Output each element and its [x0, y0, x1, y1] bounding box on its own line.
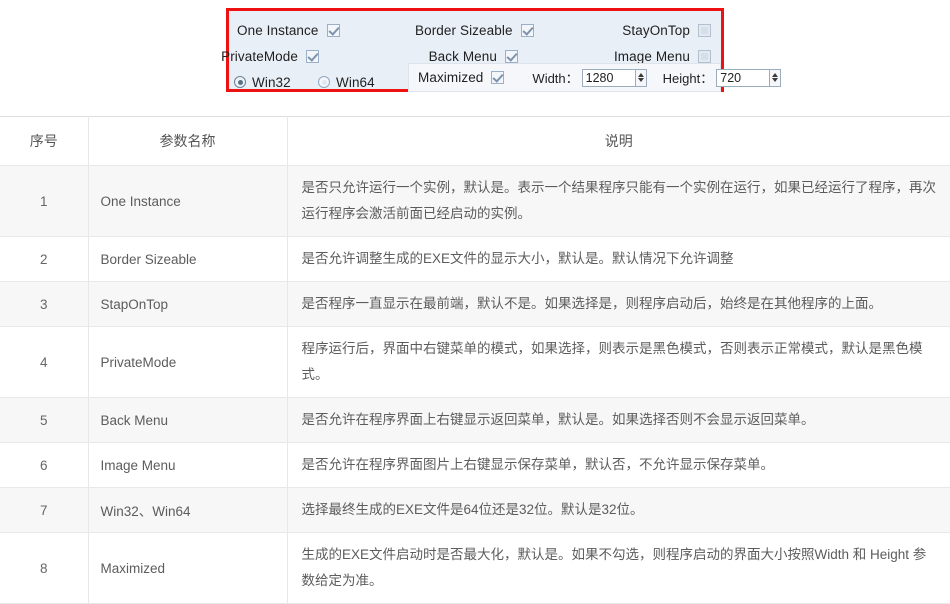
- height-input[interactable]: 720: [716, 69, 770, 87]
- cell-parameter-name: StapOnTop: [88, 282, 287, 327]
- checkbox-border-sizeable[interactable]: [521, 24, 534, 37]
- radio-dot-win32[interactable]: [234, 76, 246, 88]
- cell-index: 3: [0, 282, 88, 327]
- cell-parameter-name: Back Menu: [88, 398, 287, 443]
- width-field-group[interactable]: Width： 1280: [532, 68, 646, 87]
- settings-panel: One Instance PrivateMode Border Sizeable…: [226, 8, 724, 92]
- option-label-image-menu: Image Menu: [614, 49, 690, 64]
- cell-description: 是否允许在程序界面图片上右键显示保存菜单，默认否，不允许显示保存菜单。: [287, 443, 950, 488]
- checkbox-back-menu[interactable]: [505, 50, 518, 63]
- option-border-sizeable[interactable]: Border Sizeable: [415, 17, 534, 43]
- cell-description: 是否允许在程序界面上右键显示返回菜单，默认是。如果选择否则不会显示返回菜单。: [287, 398, 950, 443]
- table-row: 6Image Menu是否允许在程序界面图片上右键显示保存菜单，默认否，不允许显…: [0, 443, 950, 488]
- cell-parameter-name: Border Sizeable: [88, 237, 287, 282]
- width-label: Width：: [532, 68, 578, 87]
- cell-parameter-name: Maximized: [88, 533, 287, 604]
- height-spinner[interactable]: [770, 69, 781, 87]
- cell-index: 5: [0, 398, 88, 443]
- header-index: 序号: [0, 117, 88, 166]
- table-row: 4PrivateMode程序运行后，界面中右键菜单的模式，如果选择，则表示是黑色…: [0, 327, 950, 398]
- option-one-instance[interactable]: One Instance: [237, 17, 340, 43]
- cell-parameter-name: One Instance: [88, 166, 287, 237]
- width-spinner[interactable]: [636, 69, 647, 87]
- radio-win32[interactable]: Win32: [234, 69, 291, 95]
- option-label-back-menu: Back Menu: [429, 49, 497, 64]
- option-label-border-sizeable: Border Sizeable: [415, 23, 513, 38]
- table-row: 5Back Menu是否允许在程序界面上右键显示返回菜单，默认是。如果选择否则不…: [0, 398, 950, 443]
- cell-parameter-name: PrivateMode: [88, 327, 287, 398]
- table-row: 3StapOnTop是否程序一直显示在最前端，默认不是。如果选择是，则程序启动后…: [0, 282, 950, 327]
- cell-index: 1: [0, 166, 88, 237]
- table-row: 1One Instance是否只允许运行一个实例，默认是。表示一个结果程序只能有…: [0, 166, 950, 237]
- spinner-up-icon[interactable]: [772, 73, 778, 77]
- option-stay-on-top[interactable]: StayOnTop: [611, 17, 711, 43]
- cell-description: 程序运行后，界面中右键菜单的模式，如果选择，则表示是黑色模式，否则表示正常模式，…: [287, 327, 950, 398]
- option-label-stay-on-top: StayOnTop: [622, 23, 690, 38]
- cell-description: 是否只允许运行一个实例，默认是。表示一个结果程序只能有一个实例在运行，如果已经运…: [287, 166, 950, 237]
- window-size-group: Maximized Width： 1280 Height： 720: [408, 63, 721, 92]
- checkbox-private-mode[interactable]: [306, 50, 319, 63]
- height-field-group[interactable]: Height： 720: [663, 68, 782, 87]
- option-label-one-instance: One Instance: [237, 23, 319, 38]
- option-private-mode[interactable]: PrivateMode: [237, 43, 319, 69]
- cell-description: 是否允许调整生成的EXE文件的显示大小，默认是。默认情况下允许调整: [287, 237, 950, 282]
- cell-index: 6: [0, 443, 88, 488]
- table-row: 8Maximized生成的EXE文件启动时是否最大化，默认是。如果不勾选，则程序…: [0, 533, 950, 604]
- cell-description: 选择最终生成的EXE文件是64位还是32位。默认是32位。: [287, 488, 950, 533]
- checkbox-image-menu[interactable]: [698, 50, 711, 63]
- cell-index: 2: [0, 237, 88, 282]
- settings-panel-inner: One Instance PrivateMode Border Sizeable…: [229, 11, 721, 89]
- table-header-row: 序号 参数名称 说明: [0, 117, 950, 166]
- cell-parameter-name: Image Menu: [88, 443, 287, 488]
- parameter-table: 序号 参数名称 说明 1One Instance是否只允许运行一个实例，默认是。…: [0, 116, 950, 604]
- checkbox-one-instance[interactable]: [327, 24, 340, 37]
- table-row: 2Border Sizeable是否允许调整生成的EXE文件的显示大小，默认是。…: [0, 237, 950, 282]
- cell-description: 生成的EXE文件启动时是否最大化，默认是。如果不勾选，则程序启动的界面大小按照W…: [287, 533, 950, 604]
- option-label-maximized: Maximized: [418, 70, 483, 85]
- height-label: Height：: [663, 68, 714, 87]
- spinner-down-icon[interactable]: [772, 78, 778, 82]
- spinner-down-icon[interactable]: [638, 78, 644, 82]
- cell-description: 是否程序一直显示在最前端，默认不是。如果选择是，则程序启动后，始终是在其他程序的…: [287, 282, 950, 327]
- spinner-up-icon[interactable]: [638, 73, 644, 77]
- table-header: 序号 参数名称 说明: [0, 117, 950, 166]
- checkbox-maximized[interactable]: [491, 71, 504, 84]
- cell-index: 8: [0, 533, 88, 604]
- table-body: 1One Instance是否只允许运行一个实例，默认是。表示一个结果程序只能有…: [0, 166, 950, 604]
- header-name: 参数名称: [88, 117, 287, 166]
- radio-label-win32: Win32: [252, 75, 291, 90]
- option-label-private-mode: PrivateMode: [221, 49, 298, 64]
- radio-win64[interactable]: Win64: [318, 69, 375, 95]
- checkbox-stay-on-top[interactable]: [698, 24, 711, 37]
- header-desc: 说明: [287, 117, 950, 166]
- option-maximized[interactable]: Maximized: [418, 70, 504, 85]
- width-input[interactable]: 1280: [582, 69, 636, 87]
- radio-label-win64: Win64: [336, 75, 375, 90]
- table-row: 7Win32、Win64选择最终生成的EXE文件是64位还是32位。默认是32位…: [0, 488, 950, 533]
- cell-index: 4: [0, 327, 88, 398]
- cell-index: 7: [0, 488, 88, 533]
- radio-dot-win64[interactable]: [318, 76, 330, 88]
- cell-parameter-name: Win32、Win64: [88, 488, 287, 533]
